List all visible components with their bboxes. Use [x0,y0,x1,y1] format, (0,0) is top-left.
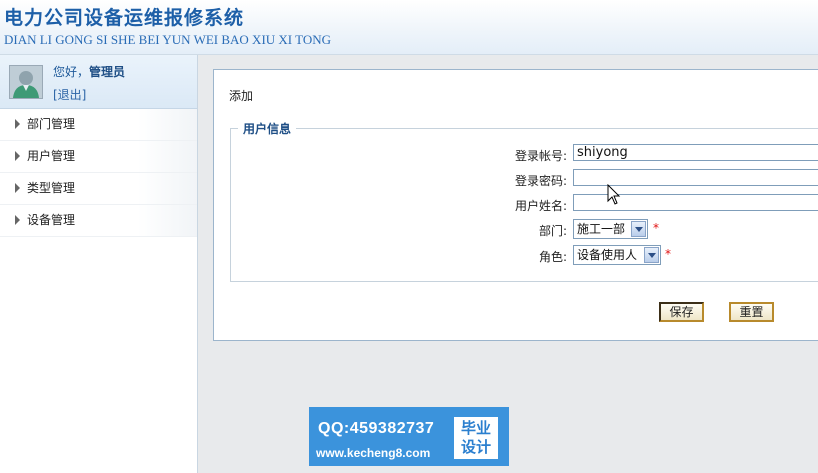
triangle-right-icon [15,183,20,193]
watermark-banner: QQ:459382737 www.kecheng8.com 毕业 设计 [309,407,509,466]
fieldset-legend: 用户信息 [243,122,292,136]
login-password-label: 登录密码: [514,174,567,188]
triangle-right-icon [15,215,20,225]
required-marker: * [665,247,671,261]
system-title: 电力公司设备运维报修系统 [4,7,245,29]
chevron-down-icon [631,221,646,237]
greeting-text: 您好，管理员 [53,63,125,80]
badge-line2: 设计 [460,438,491,456]
required-marker: * [653,221,659,235]
user-role: 管理员 [89,65,126,79]
login-account-input[interactable] [573,144,818,161]
avatar [9,65,43,99]
app-header: 电力公司设备运维报修系统 DIAN LI GONG SI SHE BEI YUN… [0,0,818,55]
system-title-pinyin: DIAN LI GONG SI SHE BEI YUN WEI BAO XIU … [4,32,332,47]
content-panel: 添加 用户信息 登录帐号: 登录密码: 用户姓名: 部门: 施工一部 * 角色:… [213,69,818,341]
sidebar-item-label: 设备管理 [27,213,76,227]
sidebar-item-label: 部门管理 [27,117,76,131]
user-panel: 您好，管理员 [退出] [0,55,197,109]
department-label: 部门: [538,224,567,238]
user-name-label: 用户姓名: [514,199,567,213]
sidebar-item-types[interactable]: 类型管理 [0,173,197,205]
department-selected-value: 施工一部 [577,222,626,236]
mouse-pointer-icon [607,184,621,205]
chevron-down-icon [644,247,659,263]
sidebar-item-label: 类型管理 [27,181,76,195]
triangle-right-icon [15,119,20,129]
watermark-site: www.kecheng8.com [316,446,431,460]
role-select[interactable]: 设备使用人 [573,245,661,265]
sidebar-item-users[interactable]: 用户管理 [0,141,197,173]
watermark-qq: QQ:459382737 [318,420,435,437]
sidebar-item-department[interactable]: 部门管理 [0,109,197,141]
save-button[interactable]: 保存 [659,302,704,322]
watermark-badge: 毕业 设计 [454,417,498,459]
greeting-label: 您好， [53,65,90,79]
sidebar-item-label: 用户管理 [27,149,76,163]
role-selected-value: 设备使用人 [577,248,638,262]
department-select[interactable]: 施工一部 [573,219,648,239]
sidebar-item-equipment[interactable]: 设备管理 [0,205,197,237]
role-label: 角色: [538,250,567,264]
reset-button[interactable]: 重置 [729,302,774,322]
user-avatar-icon [10,66,42,98]
sidebar: 您好，管理员 [退出] 部门管理 用户管理 类型管理 设备管理 [0,55,198,473]
page-title: 添加 [229,89,254,103]
logout-link[interactable]: [退出] [53,86,86,103]
login-account-label: 登录帐号: [514,149,567,163]
triangle-right-icon [15,151,20,161]
badge-line1: 毕业 [460,419,491,437]
